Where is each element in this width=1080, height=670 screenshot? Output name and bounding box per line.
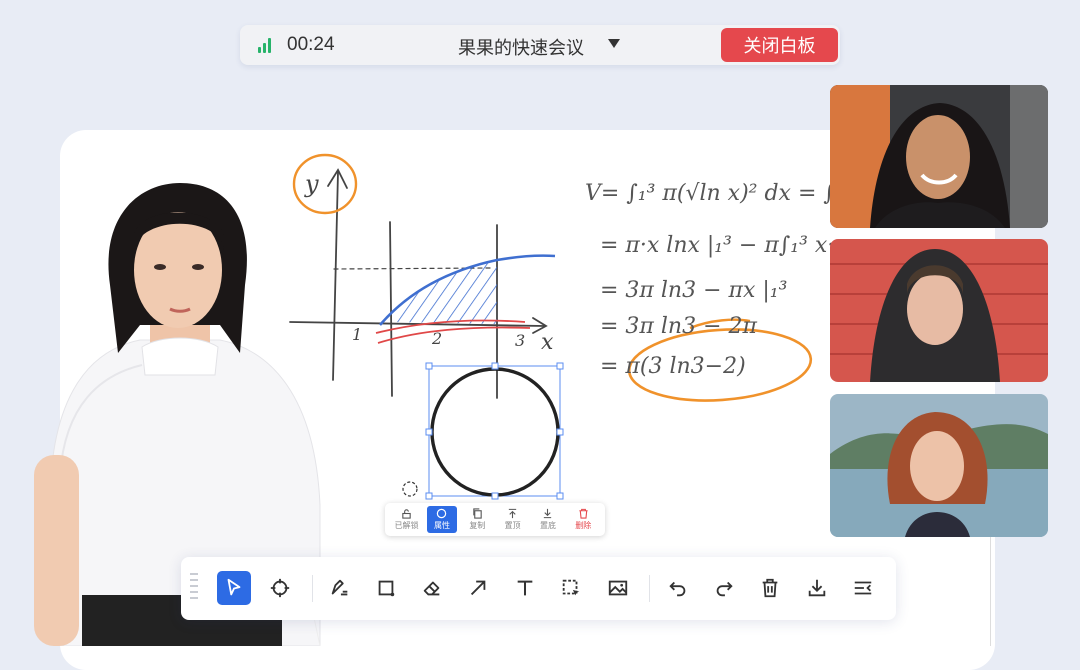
clear-icon (762, 578, 778, 598)
trash-icon (579, 508, 588, 519)
toolbar-divider (649, 575, 650, 602)
whiteboard-toolbar (181, 557, 896, 620)
laser-pointer-icon (270, 578, 290, 598)
eraser-icon (423, 581, 440, 596)
send-to-bottom-button[interactable]: 置底 (533, 506, 563, 533)
image-tool-button[interactable] (601, 571, 635, 605)
tick-2: 2 (431, 329, 442, 348)
unlock-button[interactable]: 已解锁 (392, 506, 422, 533)
mini-label: 置顶 (504, 521, 521, 530)
undo-icon (669, 581, 686, 597)
toolbar-divider (312, 575, 313, 602)
participant-video-1[interactable] (830, 85, 1048, 228)
copy-button[interactable]: 复制 (462, 506, 492, 533)
shape-icon (378, 580, 395, 597)
properties-button[interactable]: 属性 (426, 506, 457, 533)
participant-video-3[interactable] (830, 394, 1048, 537)
area-select-icon (562, 579, 580, 596)
bring-to-top-button[interactable]: 置顶 (498, 506, 528, 533)
shape-tool-button[interactable] (369, 571, 403, 605)
send-to-bottom-icon (544, 508, 552, 519)
unlock-icon (402, 509, 411, 519)
circle-icon (437, 508, 447, 519)
pen-icon (331, 579, 348, 596)
text-tool-button[interactable] (508, 571, 542, 605)
copy-icon (473, 508, 482, 519)
tick-1: 1 (352, 325, 362, 344)
redo-icon (716, 581, 733, 597)
collapse-icon (854, 581, 872, 595)
math-line-3: = 3π ln3 − πx |₁³ (600, 278, 787, 303)
collapse-toolbar-button[interactable] (846, 571, 880, 605)
math-line-4: = 3π ln3 − 2π (600, 314, 757, 339)
clear-button[interactable] (753, 571, 787, 605)
select-icon (227, 578, 241, 596)
mini-label: 复制 (469, 521, 486, 530)
rotate-handle-icon[interactable] (402, 481, 418, 497)
laser-pointer-button[interactable] (263, 571, 297, 605)
pen-tool-button[interactable] (323, 571, 357, 605)
mini-label: 属性 (433, 521, 450, 530)
x-axis-label: x (541, 330, 554, 355)
math-line-5: = π(3 ln3−2) (600, 354, 746, 379)
download-button[interactable] (800, 571, 834, 605)
download-icon (808, 579, 826, 597)
select-tool-button[interactable] (217, 571, 251, 605)
image-icon (608, 580, 628, 596)
shape-context-toolbar: 已解锁 属性 复制 置顶 置底 删除 (385, 503, 605, 536)
tick-3: 3 (515, 331, 525, 350)
participant-1-image (830, 85, 1048, 228)
text-icon (517, 580, 533, 596)
drag-handle-icon[interactable] (190, 573, 198, 605)
drawn-circle[interactable] (430, 367, 560, 497)
delete-button[interactable]: 删除 (568, 506, 598, 533)
area-select-button[interactable] (554, 571, 588, 605)
participant-2-image (830, 239, 1048, 382)
mini-label: 删除 (575, 521, 592, 530)
arrow-icon (470, 580, 486, 596)
participant-3-image (830, 394, 1048, 537)
arrow-tool-button[interactable] (461, 571, 495, 605)
participant-video-2[interactable] (830, 239, 1048, 382)
mini-label: 已解锁 (394, 521, 419, 530)
undo-button[interactable] (661, 571, 695, 605)
redo-button[interactable] (707, 571, 741, 605)
mini-label: 置底 (539, 521, 556, 530)
math-line-2: = π·x lnx |₁³ − π∫₁³ x· (600, 233, 834, 258)
eraser-tool-button[interactable] (415, 571, 449, 605)
bring-to-top-icon (508, 508, 517, 519)
